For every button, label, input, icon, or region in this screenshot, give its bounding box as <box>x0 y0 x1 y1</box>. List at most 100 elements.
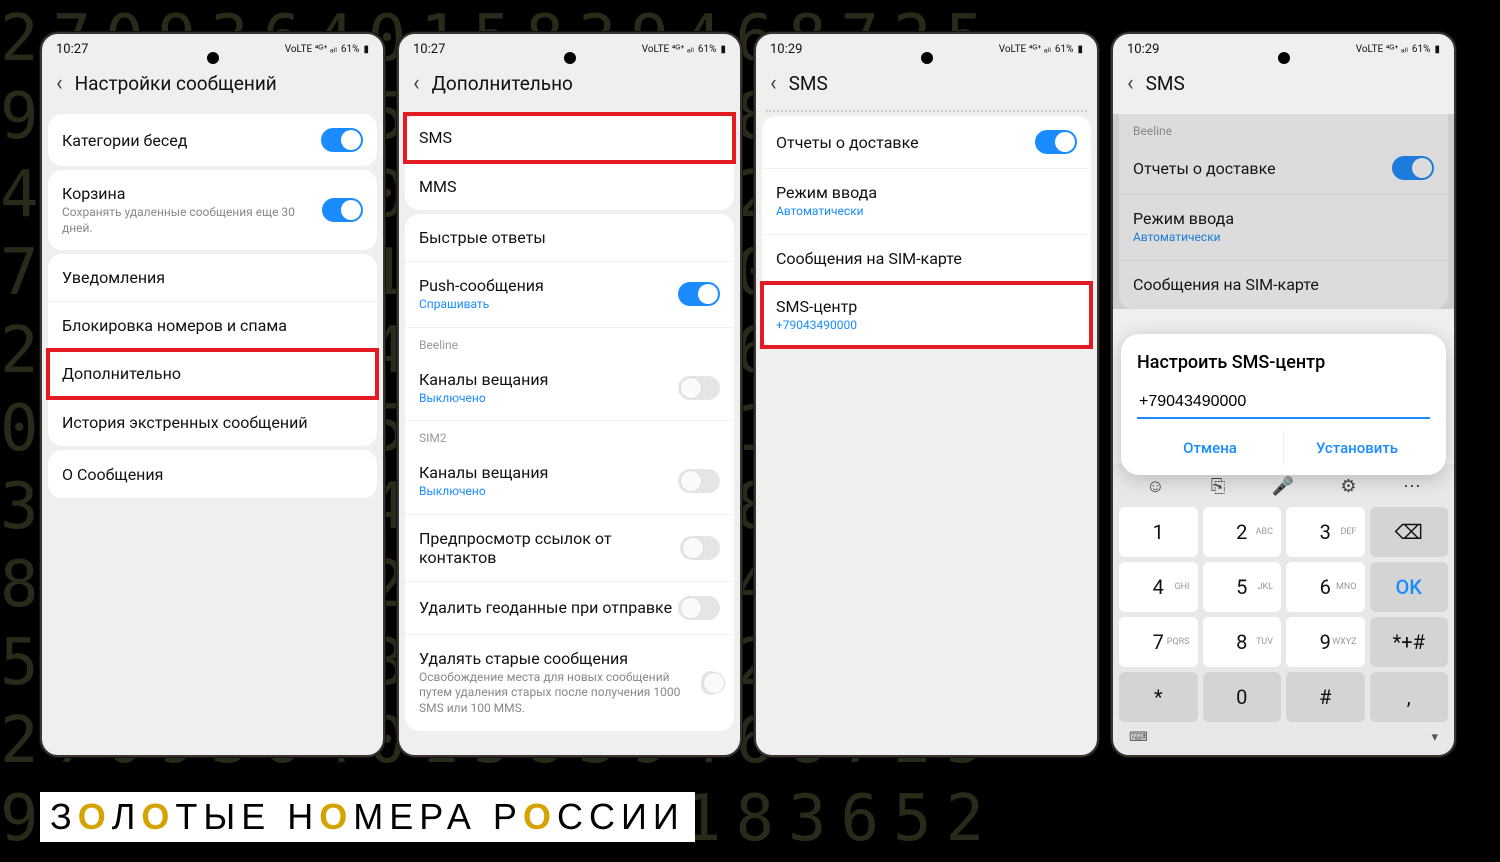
mic-icon[interactable]: 🎤 <box>1272 476 1294 497</box>
camera-cutout <box>207 52 219 64</box>
key-label: 7 <box>1153 630 1164 654</box>
key-,[interactable]: , <box>1370 672 1449 722</box>
toggle-switch[interactable] <box>701 671 720 695</box>
settings-row[interactable]: Быстрые ответы <box>405 214 734 262</box>
settings-row[interactable]: История экстренных сообщений <box>48 398 377 446</box>
key-1[interactable]: 1 <box>1119 507 1198 557</box>
back-icon[interactable]: ‹ <box>1127 71 1134 96</box>
settings-row[interactable]: Каналы вещания Выключено <box>405 356 734 422</box>
cancel-button[interactable]: Отмена <box>1137 431 1283 465</box>
key-0[interactable]: 0 <box>1203 672 1282 722</box>
content-area: Категории беседКорзинаСохранять удаленны… <box>42 114 383 498</box>
emoji-icon[interactable]: ☺ <box>1146 476 1164 497</box>
key-sublabel: TUV <box>1256 637 1273 647</box>
key-label: *+# <box>1393 630 1425 654</box>
settings-group: КорзинаСохранять удаленные сообщения еще… <box>48 170 377 250</box>
settings-row[interactable]: MMS <box>405 162 734 210</box>
title-bar: ‹Настройки сообщений <box>42 61 383 110</box>
key-OK[interactable]: OK <box>1370 562 1449 612</box>
page-title: SMS <box>789 72 828 95</box>
sticker-icon[interactable]: ⎘ <box>1211 476 1225 497</box>
settings-row[interactable]: Режим вводаАвтоматически <box>762 169 1091 235</box>
settings-row[interactable]: О Сообщения <box>48 450 377 498</box>
sms-center-input[interactable] <box>1137 389 1430 419</box>
key-5[interactable]: 5JKL <box>1203 562 1282 612</box>
toggle-switch[interactable] <box>321 128 363 152</box>
keyboard-hide-icon[interactable]: ▾ <box>1431 730 1438 745</box>
settings-row[interactable]: Дополнительно <box>48 350 377 398</box>
gear-icon[interactable]: ⚙ <box>1340 476 1356 497</box>
title-bar: ‹Дополнительно <box>399 61 740 110</box>
settings-row[interactable]: Уведомления <box>48 254 377 302</box>
footer-logo: ЗОЛОТЫЕ НОМЕРА РОССИИ <box>40 792 695 842</box>
back-icon[interactable]: ‹ <box>770 71 777 96</box>
settings-row[interactable]: Блокировка номеров и спама <box>48 302 377 350</box>
section-label: SIM2 <box>405 421 734 449</box>
key-*+#[interactable]: *+# <box>1370 617 1449 667</box>
key-sublabel: GHI <box>1175 582 1190 592</box>
key-sublabel: DEF <box>1341 527 1357 537</box>
status-right: VoLTE ⁴ᴳ⁺ ₐₗₗ61%▮ <box>285 44 369 55</box>
row-label: Режим ввода <box>776 183 877 202</box>
settings-row[interactable]: SMS-центр+79043490000 <box>762 283 1091 348</box>
toggle-switch[interactable] <box>322 198 363 222</box>
key-7[interactable]: 7PQRS <box>1119 617 1198 667</box>
battery-icon: ▮ <box>720 44 726 55</box>
battery-icon: ▮ <box>363 44 369 55</box>
row-label: Сообщения на SIM-карте <box>776 249 962 268</box>
key-sublabel: MNO <box>1336 582 1356 592</box>
settings-row[interactable]: Отчеты о доставке <box>762 116 1091 169</box>
settings-row[interactable]: Категории бесед <box>48 114 377 166</box>
key-3[interactable]: 3DEF <box>1286 507 1365 557</box>
toggle-switch[interactable] <box>678 376 720 400</box>
row-label: Каналы вещания <box>419 370 548 389</box>
back-icon[interactable]: ‹ <box>56 71 63 96</box>
key-4[interactable]: 4GHI <box>1119 562 1198 612</box>
row-label: SMS <box>419 128 452 147</box>
settings-row[interactable]: Предпросмотр ссылок от контактов <box>405 515 734 582</box>
key-label: # <box>1319 685 1331 709</box>
settings-row[interactable]: Удалять старые сообщенияОсвобождение мес… <box>405 635 734 731</box>
settings-group: Отчеты о доставкеРежим вводаАвтоматическ… <box>762 116 1091 347</box>
toggle-switch[interactable] <box>678 282 720 306</box>
toggle-switch[interactable] <box>678 469 720 493</box>
toggle-switch[interactable] <box>678 596 720 620</box>
row-label: Удалить геоданные при отправке <box>419 598 672 617</box>
content-area: SMS MMS Быстрые ответы Push-сообщенияСпраши… <box>399 114 740 731</box>
key-9[interactable]: 9WXYZ <box>1286 617 1365 667</box>
key-⌫[interactable]: ⌫ <box>1370 507 1449 557</box>
row-label: SMS-центр <box>776 297 857 316</box>
key-*[interactable]: * <box>1119 672 1198 722</box>
settings-row[interactable]: КорзинаСохранять удаленные сообщения еще… <box>48 170 377 250</box>
settings-row[interactable]: Каналы вещанияВыключено <box>405 449 734 515</box>
settings-row[interactable]: Сообщения на SIM-карте <box>762 235 1091 283</box>
sms-center-dialog: Настроить SMS-центрОтменаУстановить <box>1121 334 1446 475</box>
toggle-switch[interactable] <box>1035 130 1077 154</box>
more-icon[interactable]: ⋯ <box>1403 476 1421 497</box>
settings-row[interactable]: Удалить геоданные при отправке <box>405 582 734 635</box>
settings-row[interactable]: Push-сообщенияСпрашивать <box>405 262 734 328</box>
battery-icon: ▮ <box>1077 44 1083 55</box>
settings-group: УведомленияБлокировка номеров и спама Доп… <box>48 254 377 446</box>
keyboard-switch-icon[interactable]: ⌨ <box>1129 730 1148 745</box>
row-label: Быстрые ответы <box>419 228 546 247</box>
toggle-switch[interactable] <box>680 536 720 560</box>
key-6[interactable]: 6MNO <box>1286 562 1365 612</box>
key-2[interactable]: 2ABC <box>1203 507 1282 557</box>
divider-dotted <box>766 110 1087 112</box>
key-8[interactable]: 8TUV <box>1203 617 1282 667</box>
key-#[interactable]: # <box>1286 672 1365 722</box>
row-label: Дополнительно <box>62 364 181 383</box>
settings-group: SMS MMS <box>405 114 734 210</box>
toggle-switch[interactable] <box>1392 156 1434 180</box>
settings-row[interactable]: Режим вводаАвтоматически <box>1119 195 1448 261</box>
settings-row[interactable]: SMS <box>405 114 734 162</box>
settings-row[interactable]: Сообщения на SIM-карте <box>1119 261 1448 309</box>
row-sublabel: Выключено <box>419 391 548 407</box>
battery-icon: ▮ <box>1434 44 1440 55</box>
back-icon[interactable]: ‹ <box>413 71 420 96</box>
set-button[interactable]: Установить <box>1284 431 1430 465</box>
settings-group: Категории бесед <box>48 114 377 166</box>
settings-row[interactable]: Отчеты о доставке <box>1119 142 1448 195</box>
page-title: SMS <box>1146 72 1185 95</box>
